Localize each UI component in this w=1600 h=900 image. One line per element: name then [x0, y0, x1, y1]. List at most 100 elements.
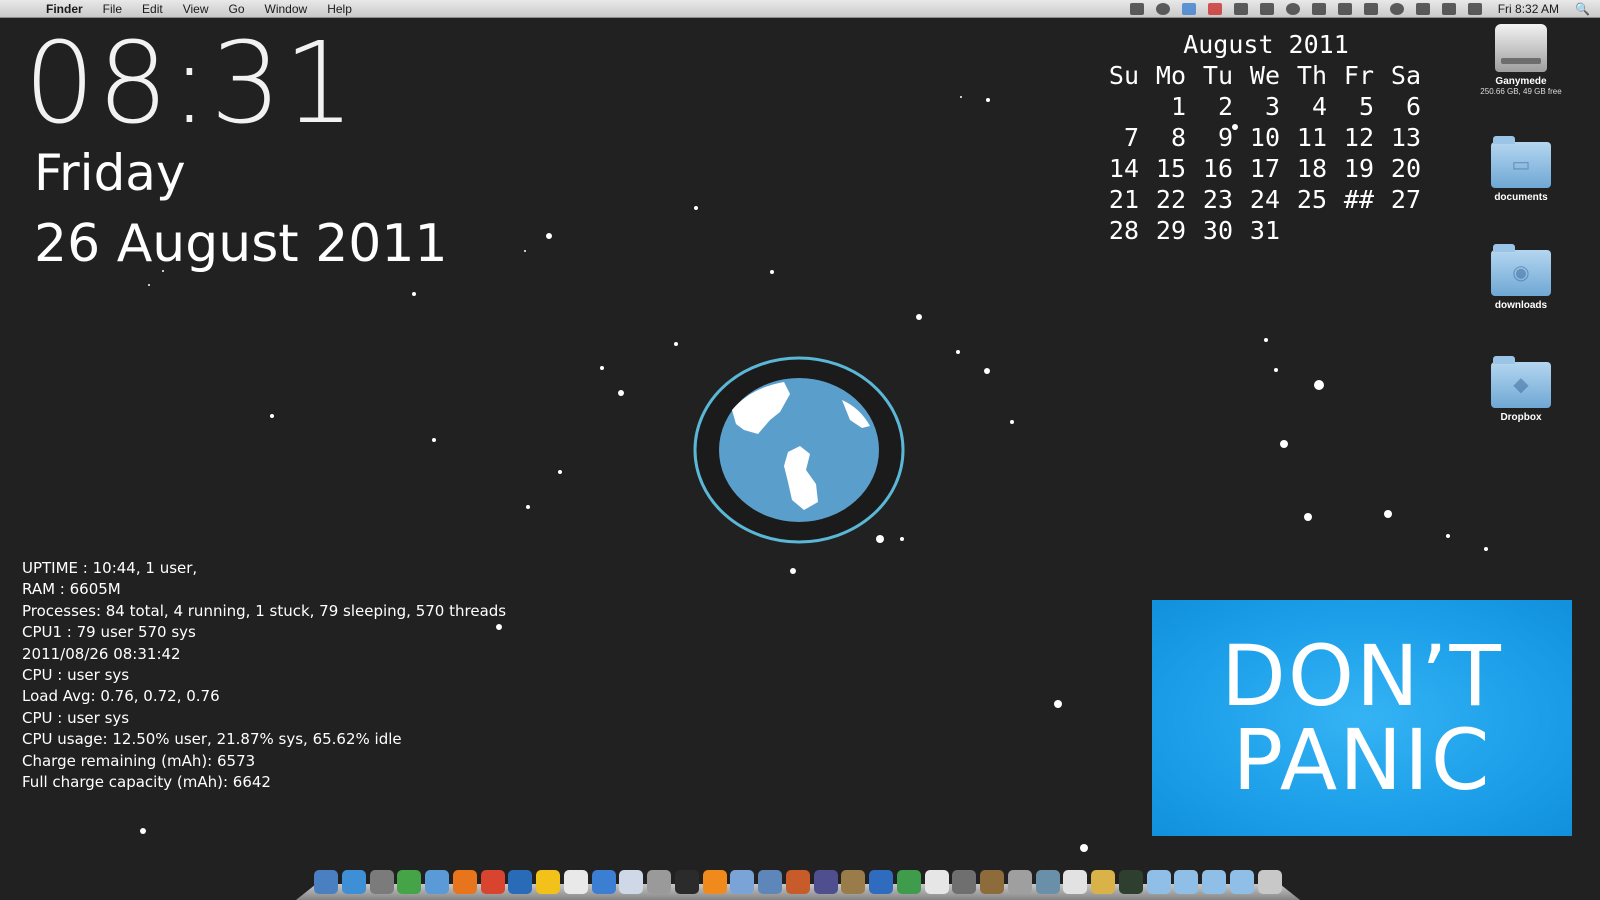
star	[984, 368, 990, 374]
pages-icon[interactable]	[619, 870, 644, 894]
dock	[296, 864, 1300, 900]
transmit-icon[interactable]	[730, 870, 755, 894]
finder-icon[interactable]	[314, 870, 338, 894]
clock-day: Friday	[34, 144, 186, 202]
desktop-icon-downloads[interactable]: ◉ downloads	[1466, 244, 1576, 311]
wifi-icon[interactable]	[1415, 2, 1430, 15]
menu-file[interactable]: File	[93, 0, 132, 18]
folder-dl-icon[interactable]	[1202, 870, 1226, 894]
calendar-grid: Su Mo Tu We Th Fr Sa 1 2 3 4 5 6 7 8 9 10 11 12 13 14 15 16 17 1…	[1096, 60, 1436, 246]
star	[1274, 368, 1278, 372]
keynote-icon[interactable]	[785, 870, 810, 894]
terminal-icon[interactable]	[674, 870, 699, 894]
desktop-icon-drive[interactable]: Ganymede 250.66 GB, 49 GB free	[1466, 24, 1576, 96]
calendar-day: 21	[1108, 185, 1139, 214]
dual-icon[interactable]	[1337, 2, 1352, 15]
scanner-icon[interactable]	[952, 870, 977, 894]
star	[148, 284, 150, 286]
calendar-day: 28	[1108, 216, 1139, 245]
eye-icon[interactable]	[1311, 2, 1326, 15]
utility-icon[interactable]	[1007, 870, 1032, 894]
menu-help[interactable]: Help	[317, 0, 362, 18]
xcode-icon[interactable]	[758, 870, 782, 894]
app-store-icon[interactable]	[397, 870, 422, 894]
calendar-day: 24	[1249, 185, 1280, 214]
skype-icon[interactable]	[1181, 2, 1196, 15]
menu-go[interactable]: Go	[219, 0, 255, 18]
sync-icon[interactable]	[1285, 2, 1300, 15]
menu-edit[interactable]: Edit	[132, 0, 173, 18]
folder-apps-icon[interactable]	[1146, 870, 1171, 894]
keyboard-icon[interactable]	[1129, 2, 1144, 15]
growl-icon[interactable]	[980, 870, 1004, 894]
star	[1314, 380, 1324, 390]
calendar-day: 8	[1170, 123, 1186, 152]
doc-icon[interactable]	[1063, 870, 1088, 894]
battery-icon[interactable]	[1467, 2, 1482, 15]
calendar-weekday: Tu	[1202, 61, 1233, 90]
dropbox-label: Dropbox	[1500, 412, 1542, 423]
desktop-icon-dropbox[interactable]: ◆ Dropbox	[1466, 356, 1576, 423]
star	[694, 206, 698, 210]
spotlight-icon[interactable]: 🔍	[1575, 2, 1590, 16]
firefox-icon[interactable]	[452, 870, 477, 894]
notes-icon[interactable]	[1091, 870, 1115, 894]
display-icon[interactable]	[1363, 2, 1378, 15]
trash-icon[interactable]	[1257, 870, 1282, 894]
chrome-icon[interactable]	[480, 870, 505, 894]
stickies-icon[interactable]	[536, 870, 560, 894]
folder-docs-icon[interactable]	[1174, 870, 1199, 894]
wheel-icon[interactable]	[1155, 2, 1170, 15]
download-glyph-icon: ◉	[1512, 262, 1530, 284]
star	[270, 414, 274, 418]
automator-icon[interactable]	[841, 870, 866, 894]
timemachine-icon[interactable]	[1389, 2, 1404, 15]
banner-line-2: PANIC	[1232, 711, 1492, 809]
camera-icon[interactable]	[1233, 2, 1248, 15]
menu-left: Finder File Edit View Go Window Help	[0, 0, 362, 18]
star	[1080, 844, 1088, 852]
chevron-icon[interactable]	[1259, 2, 1274, 15]
system-info-line: Full charge capacity (mAh): 6642	[22, 772, 271, 791]
menu-clock[interactable]: Fri 8:32 AM	[1498, 2, 1559, 16]
volume-icon[interactable]	[1441, 2, 1456, 15]
system-prefs-icon[interactable]	[369, 870, 394, 894]
aperture-icon[interactable]	[647, 870, 671, 894]
activity-icon[interactable]	[1118, 870, 1143, 894]
ical-icon[interactable]	[563, 870, 588, 894]
dashcode-icon[interactable]	[813, 870, 838, 894]
star	[986, 98, 990, 102]
disk-util-icon[interactable]	[1035, 870, 1060, 894]
calendar-day: 30	[1202, 216, 1233, 245]
numbers-icon[interactable]	[896, 870, 921, 894]
calendar-day	[1331, 215, 1378, 246]
calendar-day	[1284, 215, 1331, 246]
safari-icon[interactable]	[341, 870, 366, 894]
calendar-day: 12	[1343, 123, 1374, 152]
star	[790, 568, 796, 574]
calendar-weekday: Sa	[1390, 61, 1421, 90]
drive-label: Ganymede	[1495, 76, 1547, 87]
desktop-icon-documents[interactable]: ▭ documents	[1466, 136, 1576, 203]
folder-misc-icon[interactable]	[1229, 870, 1254, 894]
mail-icon[interactable]	[425, 870, 449, 894]
system-info-line: CPU : user sys	[22, 708, 130, 727]
calendar-day: ##	[1343, 185, 1374, 214]
camera-red-icon[interactable]	[1207, 2, 1222, 15]
thunderbird-icon[interactable]	[508, 870, 533, 894]
itunes-icon[interactable]	[591, 870, 616, 894]
downloads-label: downloads	[1494, 300, 1548, 311]
folder-icon: ▭	[1491, 136, 1551, 188]
star	[770, 270, 774, 274]
star	[558, 470, 562, 474]
flashcard-icon[interactable]	[924, 870, 949, 894]
vlc-icon[interactable]	[702, 870, 727, 894]
calendar-day: 15	[1155, 154, 1186, 183]
menu-view[interactable]: View	[173, 0, 219, 18]
menu-window[interactable]: Window	[255, 0, 318, 18]
calendar-day: 1	[1170, 92, 1186, 121]
calendar-day: 17	[1249, 154, 1280, 183]
menu-app-finder[interactable]: Finder	[36, 0, 93, 18]
word-icon[interactable]	[869, 870, 893, 894]
system-info-line: CPU1 : 79 user 570 sys	[22, 623, 196, 642]
